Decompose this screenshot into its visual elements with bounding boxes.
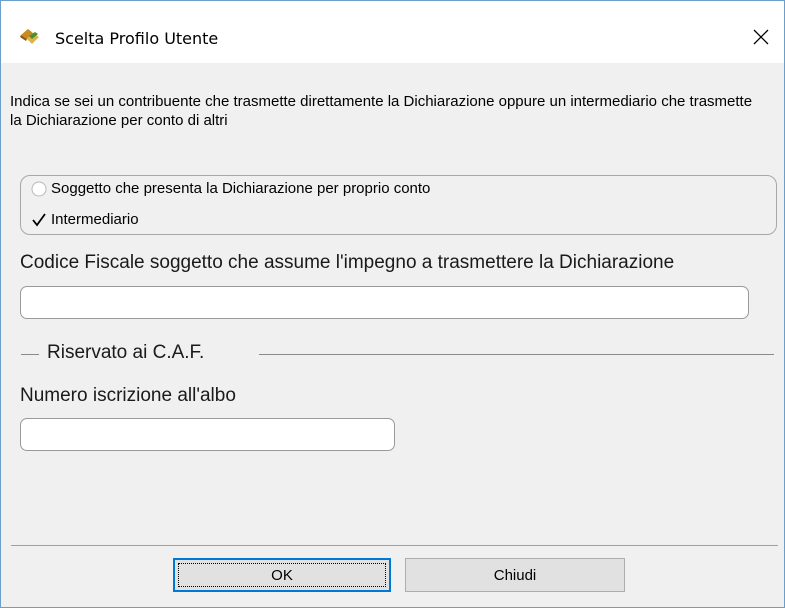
radio-label-proprio-conto: Soggetto che presenta la Dichiarazione p… — [51, 180, 431, 197]
radio-label-intermediario: Intermediario — [51, 211, 139, 228]
caf-section-header: Riservato ai C.A.F. — [19, 339, 774, 369]
section-divider-right — [259, 354, 774, 355]
footer-divider — [11, 545, 778, 546]
section-divider-left — [21, 354, 39, 355]
radio-option-intermediario[interactable]: Intermediario — [31, 211, 139, 228]
dialog-window: Scelta Profilo Utente Indica se sei un c… — [0, 0, 785, 608]
caf-section-title: Riservato ai C.A.F. — [47, 342, 205, 363]
numero-iscrizione-input[interactable] — [20, 418, 395, 451]
codice-fiscale-label: Codice Fiscale soggetto che assume l'imp… — [20, 252, 675, 273]
chiudi-button-label: Chiudi — [493, 566, 537, 584]
close-icon — [753, 29, 769, 45]
codice-fiscale-input[interactable] — [20, 286, 749, 319]
numero-iscrizione-label: Numero iscrizione all'albo — [20, 385, 236, 406]
check-icon[interactable] — [31, 212, 47, 228]
instructions-text: Indica se sei un contribuente che trasme… — [10, 93, 753, 129]
app-icon — [19, 27, 41, 45]
close-button[interactable] — [738, 11, 784, 63]
window-title: Scelta Profilo Utente — [55, 29, 219, 48]
title-bar[interactable]: Scelta Profilo Utente — [1, 1, 784, 63]
chiudi-button[interactable]: Chiudi — [405, 558, 625, 592]
radio-option-proprio-conto[interactable]: Soggetto che presenta la Dichiarazione p… — [31, 180, 430, 197]
focus-rectangle — [178, 563, 386, 587]
ok-button[interactable]: OK — [173, 558, 391, 592]
radio-unselected-icon[interactable] — [31, 181, 47, 197]
profile-radio-group: Soggetto che presenta la Dichiarazione p… — [20, 175, 777, 235]
